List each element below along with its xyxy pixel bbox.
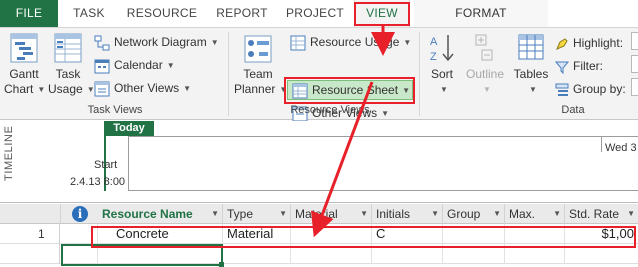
- chevron-down-icon[interactable]: ▼: [431, 204, 439, 224]
- chevron-down-icon[interactable]: ▼: [279, 204, 287, 224]
- resource-views-group-label: Resource Views: [290, 104, 370, 116]
- tables-button[interactable]: Tables ▼: [510, 32, 552, 97]
- tab-project[interactable]: PROJECT: [282, 0, 348, 27]
- other-views-icon: [94, 81, 110, 97]
- resource-sheet-annotation-box: [284, 77, 415, 104]
- chevron-down-icon: ▼: [210, 37, 219, 47]
- column-header-std-rate[interactable]: Std. Rate ▼: [565, 204, 638, 224]
- tab-task[interactable]: TASK: [66, 0, 112, 27]
- tab-file[interactable]: FILE: [0, 0, 58, 27]
- highlight-dropdown[interactable]: [631, 32, 638, 50]
- column-header-type[interactable]: Type ▼: [223, 204, 291, 224]
- chevron-down-icon: ▼: [381, 108, 390, 118]
- team-planner-icon: [244, 35, 272, 63]
- column-header-group[interactable]: Group ▼: [443, 204, 505, 224]
- chevron-down-icon[interactable]: ▼: [360, 204, 368, 224]
- team-planner-label-2: Planner ▼: [234, 82, 288, 96]
- chevron-down-icon[interactable]: ▼: [493, 204, 501, 224]
- chevron-down-icon[interactable]: ▼: [211, 204, 219, 224]
- chevron-down-icon[interactable]: ▼: [627, 204, 635, 224]
- outline-button[interactable]: Outline ▼: [462, 32, 508, 97]
- row-annotation-box: [91, 226, 636, 248]
- task-usage-icon: [54, 33, 82, 63]
- chevron-down-icon: ▼: [483, 85, 491, 95]
- chevron-down-icon: ▼: [403, 37, 412, 47]
- tab-format[interactable]: FORMAT: [414, 0, 548, 27]
- info-icon[interactable]: i: [72, 206, 88, 222]
- outline-icon: [475, 34, 493, 61]
- tables-caret: ▼: [510, 82, 552, 97]
- chevron-down-icon: ▼: [529, 85, 537, 95]
- chevron-down-icon: ▼: [166, 60, 175, 70]
- timeline-tick-label: Wed 3: [605, 142, 637, 154]
- team-planner-button[interactable]: Team Planner ▼: [234, 32, 288, 97]
- fill-handle[interactable]: [219, 262, 224, 267]
- tab-resource[interactable]: RESOURCE: [122, 0, 202, 27]
- timeline-start-label: Start: [94, 159, 118, 171]
- chevron-down-icon: ▼: [37, 85, 46, 95]
- tables-icon: [518, 34, 544, 60]
- task-other-views-button[interactable]: Other Views ▼: [94, 78, 191, 98]
- timeline-pane[interactable]: TIMELINE Today Wed 3 Start 2.4.13 8:00: [0, 121, 638, 203]
- timeline-tick: [601, 136, 602, 152]
- sort-caret: ▼: [424, 82, 460, 97]
- calendar-button[interactable]: Calendar ▼: [94, 55, 175, 75]
- group-by-icon: [555, 83, 569, 96]
- resource-usage-icon: [290, 35, 306, 51]
- task-views-group-label: Task Views: [87, 104, 143, 116]
- timeline-bar[interactable]: [128, 136, 638, 191]
- tables-label: Tables: [513, 67, 549, 81]
- column-header-initials[interactable]: Initials ▼: [372, 204, 443, 224]
- row-number[interactable]: 1: [0, 224, 60, 244]
- select-all-corner[interactable]: [0, 204, 61, 224]
- group-by-dropdown[interactable]: [631, 78, 638, 96]
- network-diagram-icon: [94, 35, 110, 51]
- group-separator: [228, 32, 229, 116]
- filter-control[interactable]: Filter:: [555, 56, 603, 76]
- grid-header-row: i Resource Name ▼ Type ▼ Material ▼ Initial…: [0, 204, 638, 224]
- resource-sheet-grid[interactable]: i Resource Name ▼ Type ▼ Material ▼ Initial…: [0, 204, 638, 267]
- timeline-vertical-label: TIMELINE: [3, 125, 15, 181]
- outline-label: Outline: [465, 67, 505, 81]
- view-tab-annotation-box: [354, 2, 410, 26]
- column-header-material[interactable]: Material ▼: [291, 204, 372, 224]
- group-by-control[interactable]: Group by:: [555, 79, 626, 99]
- gantt-chart-button[interactable]: Gantt Chart ▼: [4, 32, 46, 97]
- gantt-chart-icon: [10, 33, 38, 63]
- highlight-icon: [556, 38, 568, 50]
- sort-icon: A Z: [430, 35, 454, 63]
- ribbon-tab-bar: FILE TASK RESOURCE REPORT PROJECT VIEW F…: [0, 0, 638, 27]
- chevron-down-icon: ▼: [183, 83, 192, 93]
- team-planner-label-1: Team: [243, 67, 273, 81]
- calendar-icon: [94, 59, 110, 74]
- sort-button[interactable]: A Z Sort ▼: [424, 32, 460, 97]
- column-header-resource-name[interactable]: Resource Name ▼: [98, 204, 223, 224]
- timeline-start-date: 2.4.13 8:00: [70, 176, 126, 188]
- filter-dropdown[interactable]: [631, 55, 638, 73]
- highlight-control[interactable]: Highlight:: [555, 33, 623, 53]
- today-marker: Today: [104, 121, 154, 136]
- chevron-down-icon[interactable]: ▼: [553, 204, 561, 224]
- outline-caret: ▼: [462, 82, 508, 97]
- network-diagram-button[interactable]: Network Diagram ▼: [94, 32, 219, 52]
- svg-text:Z: Z: [430, 51, 437, 63]
- tab-report[interactable]: REPORT: [210, 0, 274, 27]
- row-number[interactable]: [0, 244, 60, 264]
- gantt-chart-label-2: Chart ▼: [4, 82, 46, 96]
- sort-label: Sort: [430, 67, 453, 81]
- ribbon: Gantt Chart ▼ Task Usage ▼ Network Diagram…: [0, 27, 638, 122]
- column-header-max[interactable]: Max. ▼: [505, 204, 565, 224]
- svg-text:A: A: [430, 36, 438, 48]
- resource-usage-button[interactable]: Resource Usage ▼: [290, 32, 411, 52]
- task-usage-label-1: Task: [55, 67, 81, 81]
- chevron-down-icon: ▼: [440, 85, 448, 95]
- data-group-label: Data: [561, 104, 585, 116]
- task-usage-button[interactable]: Task Usage ▼: [48, 32, 95, 97]
- task-usage-label-2: Usage ▼: [48, 82, 95, 96]
- gantt-chart-label-1: Gantt: [9, 67, 39, 81]
- group-separator: [419, 32, 420, 116]
- filter-icon: [555, 61, 569, 74]
